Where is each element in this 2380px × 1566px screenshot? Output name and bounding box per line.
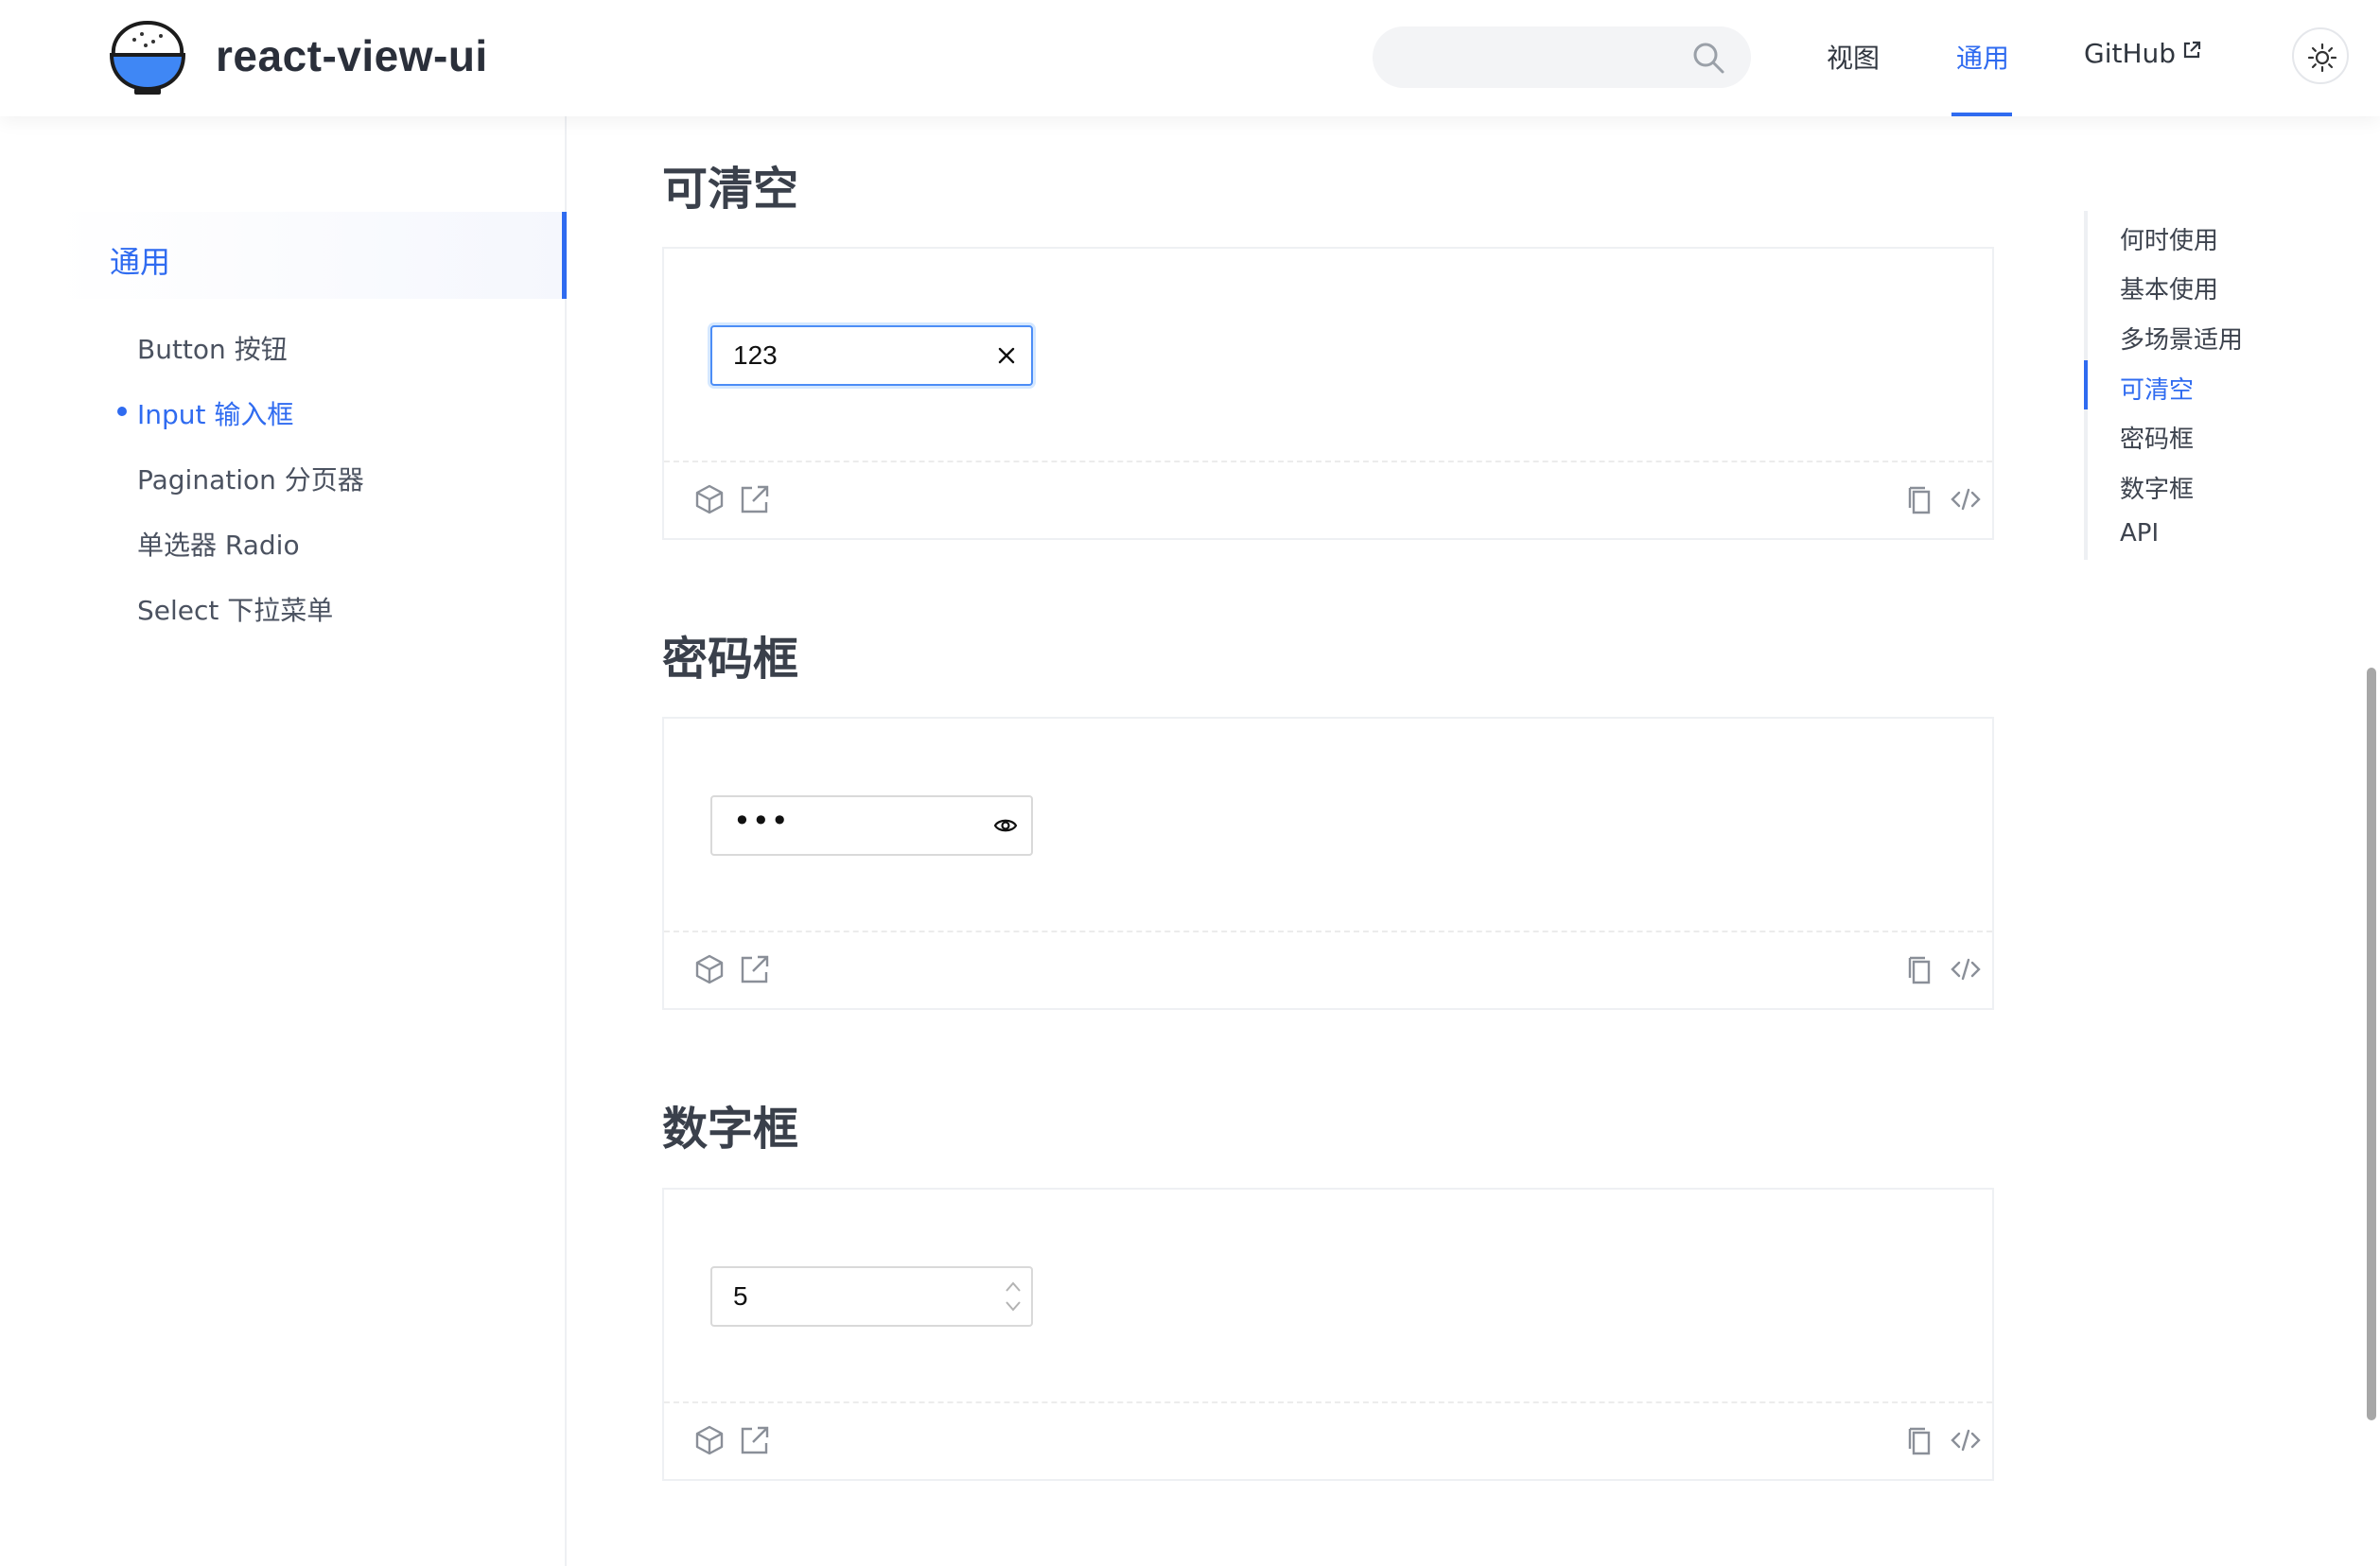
brand-title[interactable]: react-view-ui <box>216 30 488 81</box>
demo-divider <box>664 461 1992 462</box>
demo-box-clearable: 123 <box>662 247 1994 540</box>
sidebar-group-general[interactable]: 通用 <box>53 212 567 299</box>
nav-github-label: GitHub <box>2084 38 2177 69</box>
demo-box-password: ••• <box>662 717 1994 1010</box>
external-link-icon <box>2183 41 2201 59</box>
nav-github[interactable]: GitHub <box>2084 38 2202 69</box>
clearable-input[interactable]: 123 <box>710 325 1033 386</box>
open-external-icon[interactable] <box>739 483 771 515</box>
open-external-icon[interactable] <box>739 953 771 985</box>
rice-bowl-logo-icon[interactable] <box>108 17 187 96</box>
codesandbox-icon[interactable] <box>693 483 726 515</box>
search-input[interactable] <box>1373 26 1751 88</box>
sidebar-item-pagination[interactable]: Pagination 分页器 <box>137 460 364 497</box>
copy-icon[interactable] <box>1904 483 1936 515</box>
sidebar-item-select[interactable]: Select 下拉菜单 <box>137 590 333 628</box>
code-icon[interactable] <box>1950 483 1982 515</box>
toc-active-indicator <box>2084 360 2088 409</box>
toc-item-clearable[interactable]: 可清空 <box>2120 371 2194 406</box>
section-title-password: 密码框 <box>662 633 799 686</box>
top-header: react-view-ui 视图 通用 GitHub <box>0 0 2380 116</box>
open-external-icon[interactable] <box>739 1424 771 1456</box>
demo-divider <box>664 1401 1992 1403</box>
toc-item-password[interactable]: 密码框 <box>2120 420 2194 455</box>
section-title-number: 数字框 <box>662 1103 799 1156</box>
input-value: 123 <box>733 340 778 370</box>
number-input[interactable]: 5 <box>710 1266 1033 1327</box>
number-value: 5 <box>733 1281 748 1311</box>
eye-icon[interactable] <box>993 814 1018 837</box>
sidebar-item-radio[interactable]: 单选器 Radio <box>137 525 300 563</box>
demo-box-number: 5 <box>662 1188 1994 1481</box>
toc-item-number[interactable]: 数字框 <box>2120 470 2194 505</box>
sidebar-item-button[interactable]: Button 按钮 <box>137 329 288 367</box>
nav-active-indicator <box>1951 113 2012 116</box>
toc-item-basic-usage[interactable]: 基本使用 <box>2120 270 2218 305</box>
demo-divider <box>664 931 1992 932</box>
code-icon[interactable] <box>1950 1424 1982 1456</box>
sidebar-item-input[interactable]: Input 输入框 <box>137 394 293 432</box>
copy-icon[interactable] <box>1904 1424 1936 1456</box>
clear-icon[interactable] <box>995 344 1018 367</box>
nav-view[interactable]: 视图 <box>1827 38 1880 76</box>
codesandbox-icon[interactable] <box>693 953 726 985</box>
theme-toggle-button[interactable] <box>2292 27 2349 84</box>
toc-item-when-to-use[interactable]: 何时使用 <box>2120 221 2218 256</box>
sun-icon <box>2307 43 2337 73</box>
number-stepper-icon[interactable] <box>1003 1276 1024 1317</box>
active-dot <box>117 407 127 416</box>
nav-general[interactable]: 通用 <box>1956 38 2009 76</box>
password-value: ••• <box>733 803 790 839</box>
codesandbox-icon[interactable] <box>693 1424 726 1456</box>
code-icon[interactable] <box>1950 953 1982 985</box>
copy-icon[interactable] <box>1904 953 1936 985</box>
toc-item-scenarios[interactable]: 多场景适用 <box>2120 321 2243 356</box>
sidebar-group-label: 通用 <box>110 244 171 280</box>
toc-item-api[interactable]: API <box>2120 519 2159 548</box>
password-input[interactable]: ••• <box>710 795 1033 856</box>
page-scrollbar[interactable] <box>2367 668 2376 1420</box>
search-icon <box>1693 43 1724 74</box>
section-title-clearable: 可清空 <box>662 163 799 216</box>
